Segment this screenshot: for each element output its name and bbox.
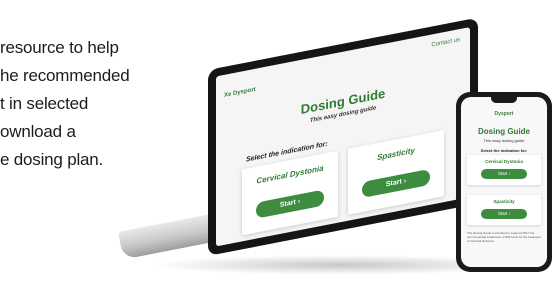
page-title: Dosing Guide <box>478 127 530 136</box>
indication-name: Cervical Dystonia <box>256 163 324 186</box>
laptop-page: Xe Dysport Contact us Dosing Guide This … <box>216 27 470 247</box>
indication-name: Spasticity <box>377 145 415 163</box>
phone-notch <box>491 97 517 103</box>
phone-page: Dysport Dosing Guide This easy dosing gu… <box>461 97 547 267</box>
start-button[interactable]: Start › <box>481 209 527 219</box>
phone-device: Dysport Dosing Guide This easy dosing gu… <box>456 92 552 272</box>
page-subtitle: This easy dosing guide <box>483 138 525 143</box>
intro-line: e dosing plan. <box>0 150 104 169</box>
indication-card-spasticity: Spasticity Start › <box>348 130 444 215</box>
indication-card-cervical-dystonia: Cervical Dystonia Start › <box>467 155 541 185</box>
indication-card-spasticity: Spasticity Start › <box>467 195 541 225</box>
brand-logo[interactable]: Dysport <box>461 111 547 117</box>
start-button[interactable]: Start › <box>481 169 527 179</box>
indication-card-cervical-dystonia: Cervical Dystonia Start › <box>242 150 338 236</box>
intro-text: resource to help he recommended t in sel… <box>0 34 190 174</box>
indication-name: Spasticity <box>493 199 515 204</box>
disclaimer-text: The Dosing Guide is intended to support … <box>467 231 541 243</box>
intro-line: he recommended <box>0 66 130 85</box>
select-indication-label: Select the indication for: <box>480 148 528 153</box>
start-button[interactable]: Start › <box>362 168 430 199</box>
brand-logo[interactable]: Xe Dysport <box>224 87 256 99</box>
intro-line: resource to help <box>0 38 119 57</box>
laptop-screen: Xe Dysport Contact us Dosing Guide This … <box>208 17 478 256</box>
intro-line: t in selected <box>0 94 89 113</box>
indication-name: Cervical Dystonia <box>485 159 523 164</box>
start-button[interactable]: Start › <box>256 189 324 219</box>
intro-line: ownload a <box>0 122 76 141</box>
page-title: Dosing Guide <box>300 85 386 117</box>
contact-link[interactable]: Contact us <box>431 37 460 49</box>
